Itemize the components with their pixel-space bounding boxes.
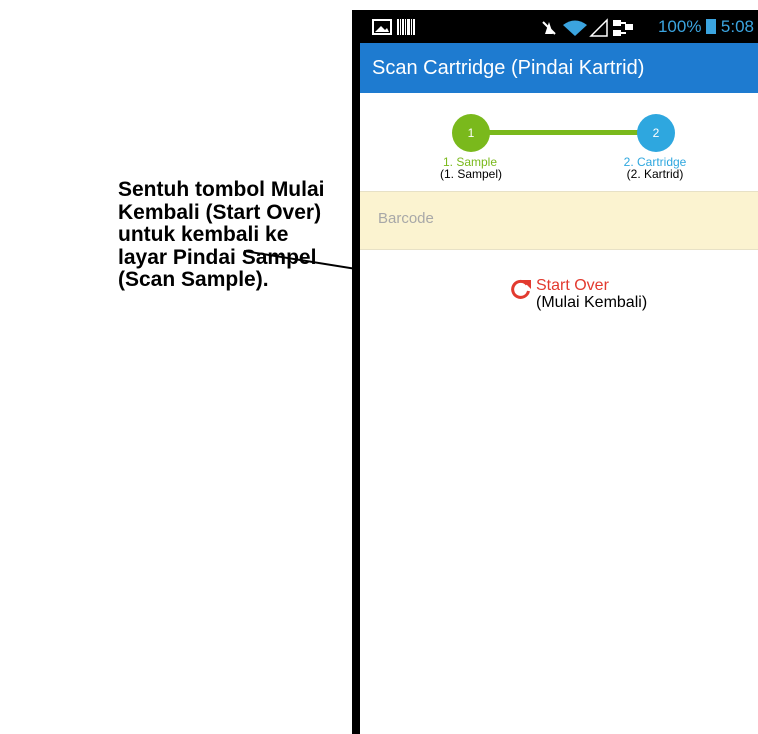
status-time: 5:08 xyxy=(720,17,754,36)
network-icon xyxy=(613,19,634,36)
step-2-label-group: 2. Cartridge (2. Kartrid) xyxy=(620,156,690,180)
phone-screen: 100% 5:08 Scan Cartridge (Pindai Kartrid… xyxy=(360,10,758,734)
barcode-input[interactable] xyxy=(378,210,738,227)
battery-percent: 100% xyxy=(657,17,702,36)
status-system-icons xyxy=(542,17,634,37)
step-2-indicator: 2 xyxy=(637,114,675,152)
mute-icon xyxy=(542,20,556,35)
status-right: 100% 5:08 xyxy=(541,17,754,38)
status-left-icons xyxy=(372,18,418,41)
stepper-connector xyxy=(475,130,657,135)
page-title-text: Scan Cartridge xyxy=(372,57,506,79)
step-2-translation: (2. Kartrid) xyxy=(626,167,684,181)
battery-icon xyxy=(706,19,717,34)
page-title: Scan Cartridge (Pindai Kartrid) xyxy=(372,57,644,80)
start-over-button[interactable]: Start Over (Mulai Kembali) xyxy=(510,277,670,317)
step-1-label-group: 1. Sample (1. Sampel) xyxy=(440,156,503,181)
app-bar: Scan Cartridge (Pindai Kartrid) xyxy=(360,43,758,93)
step-1-indicator: 1 xyxy=(452,114,490,152)
phone-frame: 100% 5:08 Scan Cartridge (Pindai Kartrid… xyxy=(352,10,758,734)
barcode-icon xyxy=(397,19,415,35)
progress-stepper: 1 2 1. Sample (1. Sampel) 2. Cartridge (… xyxy=(360,93,758,190)
start-over-label: Start Over xyxy=(536,277,609,294)
status-notification-icons xyxy=(372,19,415,35)
status-bar: 100% 5:08 xyxy=(360,10,758,43)
barcode-field-container xyxy=(360,191,758,250)
refresh-icon xyxy=(511,279,531,299)
wifi-icon xyxy=(563,20,588,36)
start-over-translation: (Mulai Kembali) xyxy=(536,294,648,311)
step-1-translation: (1. Sampel) xyxy=(440,167,503,181)
page-title-translation: (Pindai Kartrid) xyxy=(510,57,645,79)
signal-icon xyxy=(589,17,608,37)
